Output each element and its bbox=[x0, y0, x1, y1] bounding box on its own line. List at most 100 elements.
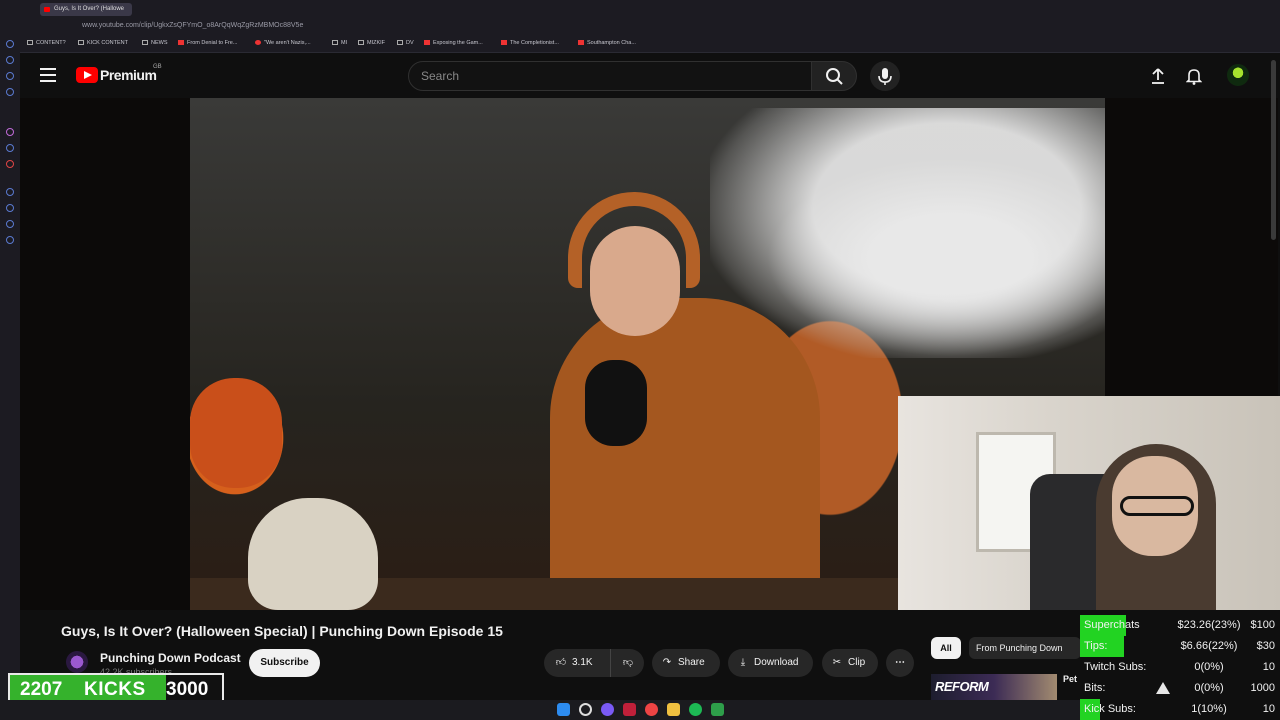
video-host-figure bbox=[550, 298, 820, 610]
sidebar-app-icon[interactable] bbox=[6, 236, 14, 244]
youtube-icon bbox=[501, 40, 507, 46]
stat-goal: $30 bbox=[1256, 640, 1275, 652]
sidebar-app-icon[interactable] bbox=[6, 88, 14, 96]
kicks-label: KICKS bbox=[84, 679, 146, 700]
search-icon[interactable] bbox=[579, 703, 592, 716]
voice-search-button[interactable] bbox=[870, 61, 900, 91]
thumbnail-text: REFORM bbox=[935, 679, 989, 694]
stat-goal: 10 bbox=[1262, 661, 1275, 673]
upload-icon[interactable] bbox=[1150, 67, 1166, 85]
sidebar-app-icon[interactable] bbox=[6, 40, 14, 48]
start-menu-icon[interactable] bbox=[557, 703, 570, 716]
folder-icon bbox=[27, 40, 33, 46]
thumbs-up-icon: 👍︎ bbox=[555, 657, 567, 668]
stat-row-twitch-subs: Twitch Subs: 0(0%) 10 bbox=[1080, 657, 1280, 678]
bookmark-item[interactable]: KICK CONTENT bbox=[78, 40, 128, 46]
stat-label: Tips: bbox=[1084, 640, 1108, 652]
youtube-icon bbox=[424, 40, 430, 46]
search-button[interactable] bbox=[811, 61, 857, 91]
video-microphone bbox=[585, 360, 647, 446]
youtube-premium-logo[interactable]: Premium bbox=[100, 67, 157, 83]
stat-row-bits: Bits: 0(0%) 1000 bbox=[1080, 678, 1280, 699]
video-host-face bbox=[590, 226, 680, 336]
sidebar-app-icon[interactable] bbox=[6, 144, 14, 152]
sidebar-app-icon[interactable] bbox=[6, 160, 14, 168]
url-field[interactable]: www.youtube.com/clip/UgkxZsQFYmO_o8ArQqW… bbox=[82, 22, 303, 29]
sidebar-app-icon[interactable] bbox=[6, 204, 14, 212]
download-icon: ⤓ bbox=[740, 657, 746, 668]
video-title: Guys, Is It Over? (Halloween Special) | … bbox=[61, 623, 503, 639]
browser-tab-active[interactable]: Guys, Is It Over? (Hallowe bbox=[40, 3, 132, 16]
site-icon bbox=[255, 40, 261, 46]
bookmark-item[interactable]: DV bbox=[397, 40, 414, 46]
app-icon[interactable] bbox=[711, 703, 724, 716]
more-actions-button[interactable]: ⋯ bbox=[886, 649, 914, 677]
bookmark-item[interactable]: NEWS bbox=[142, 40, 168, 46]
stat-value: 0(0%) bbox=[1194, 682, 1224, 694]
bookmark-item[interactable]: From Denial to Fre... bbox=[178, 40, 237, 46]
chrome-icon[interactable] bbox=[645, 703, 658, 716]
sidebar-app-icon[interactable] bbox=[6, 220, 14, 228]
hamburger-menu-icon[interactable] bbox=[40, 68, 56, 82]
dislike-button[interactable]: 👎︎ bbox=[610, 649, 644, 677]
bookmark-item[interactable]: The Completionist... bbox=[501, 40, 559, 46]
spotify-icon[interactable] bbox=[689, 703, 702, 716]
stat-row-superchats: Superchats $23.26(23%) $100 bbox=[1080, 615, 1280, 636]
recommended-video-title[interactable]: Pet bbox=[1063, 674, 1077, 684]
like-button[interactable]: 👍︎ 3.1K bbox=[544, 649, 606, 677]
scissors-icon: ✂ bbox=[832, 657, 842, 668]
video-skull bbox=[248, 498, 378, 610]
discord-icon[interactable] bbox=[601, 703, 614, 716]
sidebar-app-icon[interactable] bbox=[6, 128, 14, 136]
bookmark-item[interactable]: Southampton Cha... bbox=[578, 40, 636, 46]
stat-row-tips: Tips: $6.66(22%) $30 bbox=[1080, 636, 1280, 657]
youtube-icon bbox=[178, 40, 184, 46]
account-avatar[interactable] bbox=[1227, 64, 1249, 86]
youtube-favicon-icon bbox=[44, 7, 50, 12]
stat-label: Twitch Subs: bbox=[1084, 661, 1147, 673]
os-taskbar bbox=[0, 700, 1080, 720]
youtube-icon bbox=[578, 40, 584, 46]
stat-value: $6.66(22%) bbox=[1180, 640, 1238, 652]
folder-icon bbox=[78, 40, 84, 46]
search-input[interactable]: Search bbox=[408, 61, 812, 91]
bookmark-item[interactable]: MIZKIF bbox=[358, 40, 385, 46]
sidebar-app-icon[interactable] bbox=[6, 56, 14, 64]
share-arrow-icon: ↷ bbox=[662, 657, 672, 668]
video-pumpkin bbox=[190, 378, 282, 488]
bookmark-item[interactable]: Exposing the Gam... bbox=[424, 40, 483, 46]
download-button[interactable]: ⤓ Download bbox=[728, 649, 813, 677]
filter-chip-all[interactable]: All bbox=[931, 637, 961, 659]
webcam-streamer-glasses bbox=[1120, 496, 1194, 516]
stat-goal: 10 bbox=[1262, 703, 1275, 715]
stat-row-kick-subs: Kick Subs: 1(10%) 10 bbox=[1080, 699, 1280, 720]
kicks-goal: 3000 bbox=[166, 679, 209, 700]
stat-label: Superchats bbox=[1084, 619, 1140, 631]
sidebar-app-icon[interactable] bbox=[6, 72, 14, 80]
browser-icon[interactable] bbox=[623, 703, 636, 716]
stat-value: 0(0%) bbox=[1194, 661, 1224, 673]
webcam-overlay bbox=[898, 396, 1280, 610]
notifications-bell-icon[interactable] bbox=[1185, 67, 1203, 85]
bookmark-item[interactable]: MI bbox=[332, 40, 347, 46]
share-button[interactable]: ↷ Share bbox=[652, 649, 720, 677]
channel-avatar[interactable] bbox=[66, 651, 88, 673]
tab-title: Guys, Is It Over? (Hallowe bbox=[54, 6, 125, 12]
recommended-video-thumbnail[interactable]: REFORM bbox=[931, 674, 1057, 700]
stat-goal: 1000 bbox=[1250, 682, 1275, 694]
page-scrollbar[interactable] bbox=[1271, 60, 1276, 240]
kicks-current: 2207 bbox=[20, 679, 63, 700]
clip-button[interactable]: ✂ Clip bbox=[822, 649, 878, 677]
file-explorer-icon[interactable] bbox=[667, 703, 680, 716]
bookmark-item[interactable]: CONTENT? bbox=[27, 40, 66, 46]
like-count: 3.1K bbox=[572, 657, 593, 668]
stream-goals-overlay: Superchats $23.26(23%) $100 Tips: $6.66(… bbox=[1080, 615, 1280, 720]
subscribe-button[interactable]: Subscribe bbox=[249, 649, 320, 677]
filter-chip-from-channel[interactable]: From Punching Down bbox=[969, 637, 1081, 659]
youtube-logo-icon[interactable] bbox=[76, 67, 98, 83]
stat-value: $23.26(23%) bbox=[1177, 619, 1241, 631]
folder-icon bbox=[397, 40, 403, 46]
channel-name[interactable]: Punching Down Podcast bbox=[100, 651, 241, 665]
sidebar-app-icon[interactable] bbox=[6, 188, 14, 196]
bookmark-item[interactable]: "We aren't Nazis,... bbox=[255, 40, 311, 46]
